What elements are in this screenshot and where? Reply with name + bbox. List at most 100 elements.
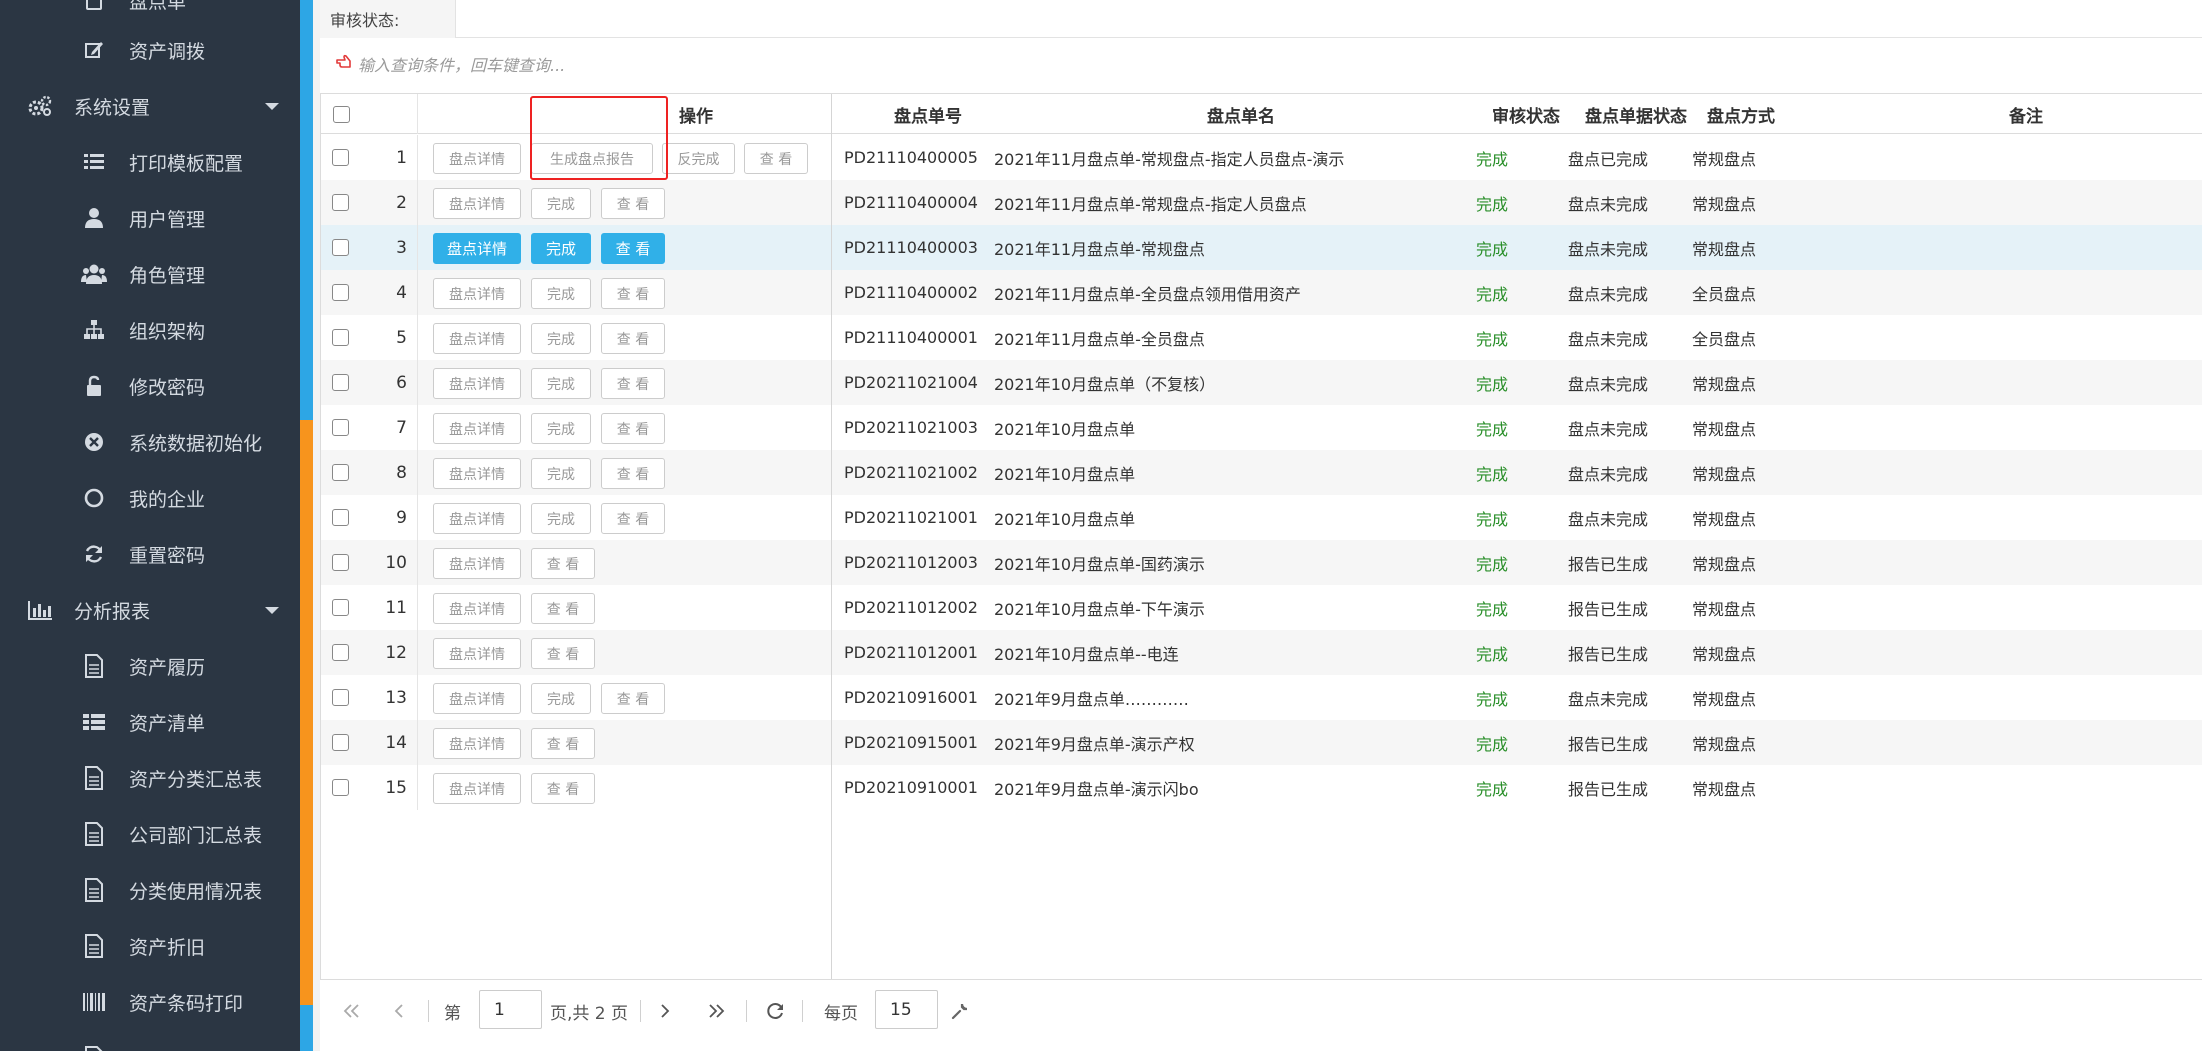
detail-button[interactable]: 盘点详情 bbox=[433, 638, 521, 669]
column-header-code[interactable]: 盘点单号 bbox=[853, 94, 1003, 134]
column-header-name[interactable]: 盘点单名 bbox=[1141, 94, 1341, 134]
detail-button[interactable]: 盘点详情 bbox=[433, 323, 521, 354]
sidebar-item[interactable]: 资产折旧 bbox=[0, 918, 300, 974]
per-page-input[interactable]: 15 bbox=[875, 990, 938, 1029]
detail-button[interactable]: 盘点详情 bbox=[433, 278, 521, 309]
sidebar-item[interactable]: 系统数据初始化 bbox=[0, 414, 300, 470]
finish-button[interactable]: 完成 bbox=[531, 188, 591, 219]
row-checkbox[interactable] bbox=[332, 689, 349, 706]
row-checkbox[interactable] bbox=[332, 599, 349, 616]
row-checkbox[interactable] bbox=[332, 419, 349, 436]
view-button[interactable]: 查 看 bbox=[601, 683, 665, 714]
finish-button[interactable]: 完成 bbox=[531, 368, 591, 399]
table-row[interactable]: 1 盘点详情 生成盘点报告 反完成查 看 PD21110400005 2021年11月盘点… bbox=[321, 135, 2202, 180]
sidebar-item[interactable]: 重置密码 bbox=[0, 526, 300, 582]
detail-button[interactable]: 盘点详情 bbox=[433, 458, 521, 489]
detail-button[interactable]: 盘点详情 bbox=[433, 593, 521, 624]
row-checkbox[interactable] bbox=[332, 734, 349, 751]
table-row[interactable]: 13 盘点详情 完成查 看 PD20210916001 2021年9月盘点单………… 完成… bbox=[321, 675, 2202, 720]
refresh-icon[interactable] bbox=[766, 980, 786, 1042]
row-checkbox[interactable] bbox=[332, 374, 349, 391]
table-row[interactable]: 8 盘点详情 完成查 看 PD20211021002 2021年10月盘点单 完成 盘点未完… bbox=[321, 450, 2202, 495]
sidebar-item[interactable]: 公司部门汇总表 bbox=[0, 806, 300, 862]
row-checkbox[interactable] bbox=[332, 284, 349, 301]
row-checkbox[interactable] bbox=[332, 239, 349, 256]
view-button[interactable]: 查 看 bbox=[601, 233, 665, 264]
row-checkbox[interactable] bbox=[332, 779, 349, 796]
detail-button[interactable]: 盘点详情 bbox=[433, 368, 521, 399]
table-row[interactable]: 6 盘点详情 完成查 看 PD20211021004 2021年10月盘点单（不复核）完… bbox=[321, 360, 2202, 405]
row-checkbox[interactable] bbox=[332, 329, 349, 346]
audit-status-filter-field[interactable] bbox=[457, 0, 2202, 38]
column-header-method[interactable]: 盘点方式 bbox=[1681, 94, 1801, 134]
table-row[interactable]: 3 盘点详情 完成查 看 PD21110400003 2021年11月盘点单-常规盘点完… bbox=[321, 225, 2202, 270]
table-row[interactable]: 10 盘点详情查 看 PD20211012003 2021年10月盘点单-国药演示 完成… bbox=[321, 540, 2202, 585]
sidebar-item[interactable]: 用户管理 bbox=[0, 190, 300, 246]
view-button[interactable]: 查 看 bbox=[601, 368, 665, 399]
current-page-input[interactable]: 1 bbox=[479, 990, 542, 1029]
first-page-icon[interactable] bbox=[342, 980, 362, 1042]
row-checkbox[interactable] bbox=[332, 194, 349, 211]
generate-report-button[interactable]: 生成盘点报告 bbox=[531, 143, 653, 174]
row-checkbox[interactable] bbox=[332, 509, 349, 526]
last-page-icon[interactable] bbox=[706, 980, 726, 1042]
sidebar-item[interactable]: 资产条码打印 bbox=[0, 974, 300, 1030]
table-row[interactable]: 12 盘点详情查 看 PD20211012001 2021年10月盘点单--电连 完成 报… bbox=[321, 630, 2202, 675]
sidebar-item[interactable]: 我的企业 bbox=[0, 470, 300, 526]
table-row[interactable]: 5 盘点详情 完成查 看 PD21110400001 2021年11月盘点单-全员盘点完… bbox=[321, 315, 2202, 360]
sidebar-item[interactable]: 资产清单 bbox=[0, 694, 300, 750]
detail-button[interactable]: 盘点详情 bbox=[433, 548, 521, 579]
detail-button[interactable]: 盘点详情 bbox=[433, 143, 521, 174]
view-button[interactable]: 查 看 bbox=[601, 323, 665, 354]
finish-button[interactable]: 完成 bbox=[531, 503, 591, 534]
row-checkbox[interactable] bbox=[332, 554, 349, 571]
finish-button[interactable]: 完成 bbox=[531, 278, 591, 309]
view-button[interactable]: 查 看 bbox=[744, 143, 808, 174]
sidebar-item[interactable]: 资产履历 bbox=[0, 638, 300, 694]
view-button[interactable]: 查 看 bbox=[601, 458, 665, 489]
detail-button[interactable]: 盘点详情 bbox=[433, 683, 521, 714]
table-row[interactable]: 15 盘点详情查 看 PD20210910001 2021年9月盘点单-演示闪bo 完成… bbox=[321, 765, 2202, 810]
view-button[interactable]: 查 看 bbox=[601, 278, 665, 309]
unfinish-button[interactable]: 反完成 bbox=[662, 143, 735, 174]
row-checkbox[interactable] bbox=[332, 644, 349, 661]
sidebar-item[interactable]: 打印模板配置 bbox=[0, 134, 300, 190]
finish-button[interactable]: 完成 bbox=[531, 323, 591, 354]
view-button[interactable]: 查 看 bbox=[531, 728, 595, 759]
sidebar-item[interactable]: 资产分类汇总表 bbox=[0, 750, 300, 806]
select-all-checkbox[interactable] bbox=[332, 105, 350, 123]
sidebar-item[interactable]: 组织架构 bbox=[0, 302, 300, 358]
next-page-icon[interactable] bbox=[658, 980, 672, 1042]
sidebar-group[interactable]: 系统设置 bbox=[0, 78, 300, 134]
search-input[interactable] bbox=[358, 50, 1558, 80]
finish-button[interactable]: 完成 bbox=[531, 413, 591, 444]
table-row[interactable]: 2 盘点详情 完成查 看 PD21110400004 2021年11月盘点单-常规盘点-… bbox=[321, 180, 2202, 225]
detail-button[interactable]: 盘点详情 bbox=[433, 728, 521, 759]
view-button[interactable]: 查 看 bbox=[531, 593, 595, 624]
column-header-ops[interactable]: 操作 bbox=[621, 94, 771, 134]
finish-button[interactable]: 完成 bbox=[531, 683, 591, 714]
prev-page-icon[interactable] bbox=[392, 980, 406, 1042]
view-button[interactable]: 查 看 bbox=[601, 413, 665, 444]
column-header-remark[interactable]: 备注 bbox=[1951, 94, 2101, 134]
detail-button[interactable]: 盘点详情 bbox=[433, 413, 521, 444]
finish-button[interactable]: 完成 bbox=[531, 233, 591, 264]
sidebar-item[interactable]: 角色管理 bbox=[0, 246, 300, 302]
sidebar-item[interactable] bbox=[0, 1030, 300, 1051]
view-button[interactable]: 查 看 bbox=[601, 503, 665, 534]
sidebar-item[interactable]: 资产调拨 bbox=[0, 22, 300, 78]
view-button[interactable]: 查 看 bbox=[531, 548, 595, 579]
row-checkbox[interactable] bbox=[332, 149, 349, 166]
sidebar-item[interactable]: 分类使用情况表 bbox=[0, 862, 300, 918]
view-button[interactable]: 查 看 bbox=[531, 638, 595, 669]
table-row[interactable]: 11 盘点详情查 看 PD20211012002 2021年10月盘点单-下午演示 完成… bbox=[321, 585, 2202, 630]
sidebar-item[interactable]: 修改密码 bbox=[0, 358, 300, 414]
detail-button[interactable]: 盘点详情 bbox=[433, 503, 521, 534]
sidebar-group[interactable]: 分析报表 bbox=[0, 582, 300, 638]
detail-button[interactable]: 盘点详情 bbox=[433, 773, 521, 804]
table-row[interactable]: 14 盘点详情查 看 PD20210915001 2021年9月盘点单-演示产权 完成 报… bbox=[321, 720, 2202, 765]
table-row[interactable]: 9 盘点详情 完成查 看 PD20211021001 2021年10月盘点单 完成 盘点未完… bbox=[321, 495, 2202, 540]
row-checkbox[interactable] bbox=[332, 464, 349, 481]
view-button[interactable]: 查 看 bbox=[601, 188, 665, 219]
detail-button[interactable]: 盘点详情 bbox=[433, 188, 521, 219]
